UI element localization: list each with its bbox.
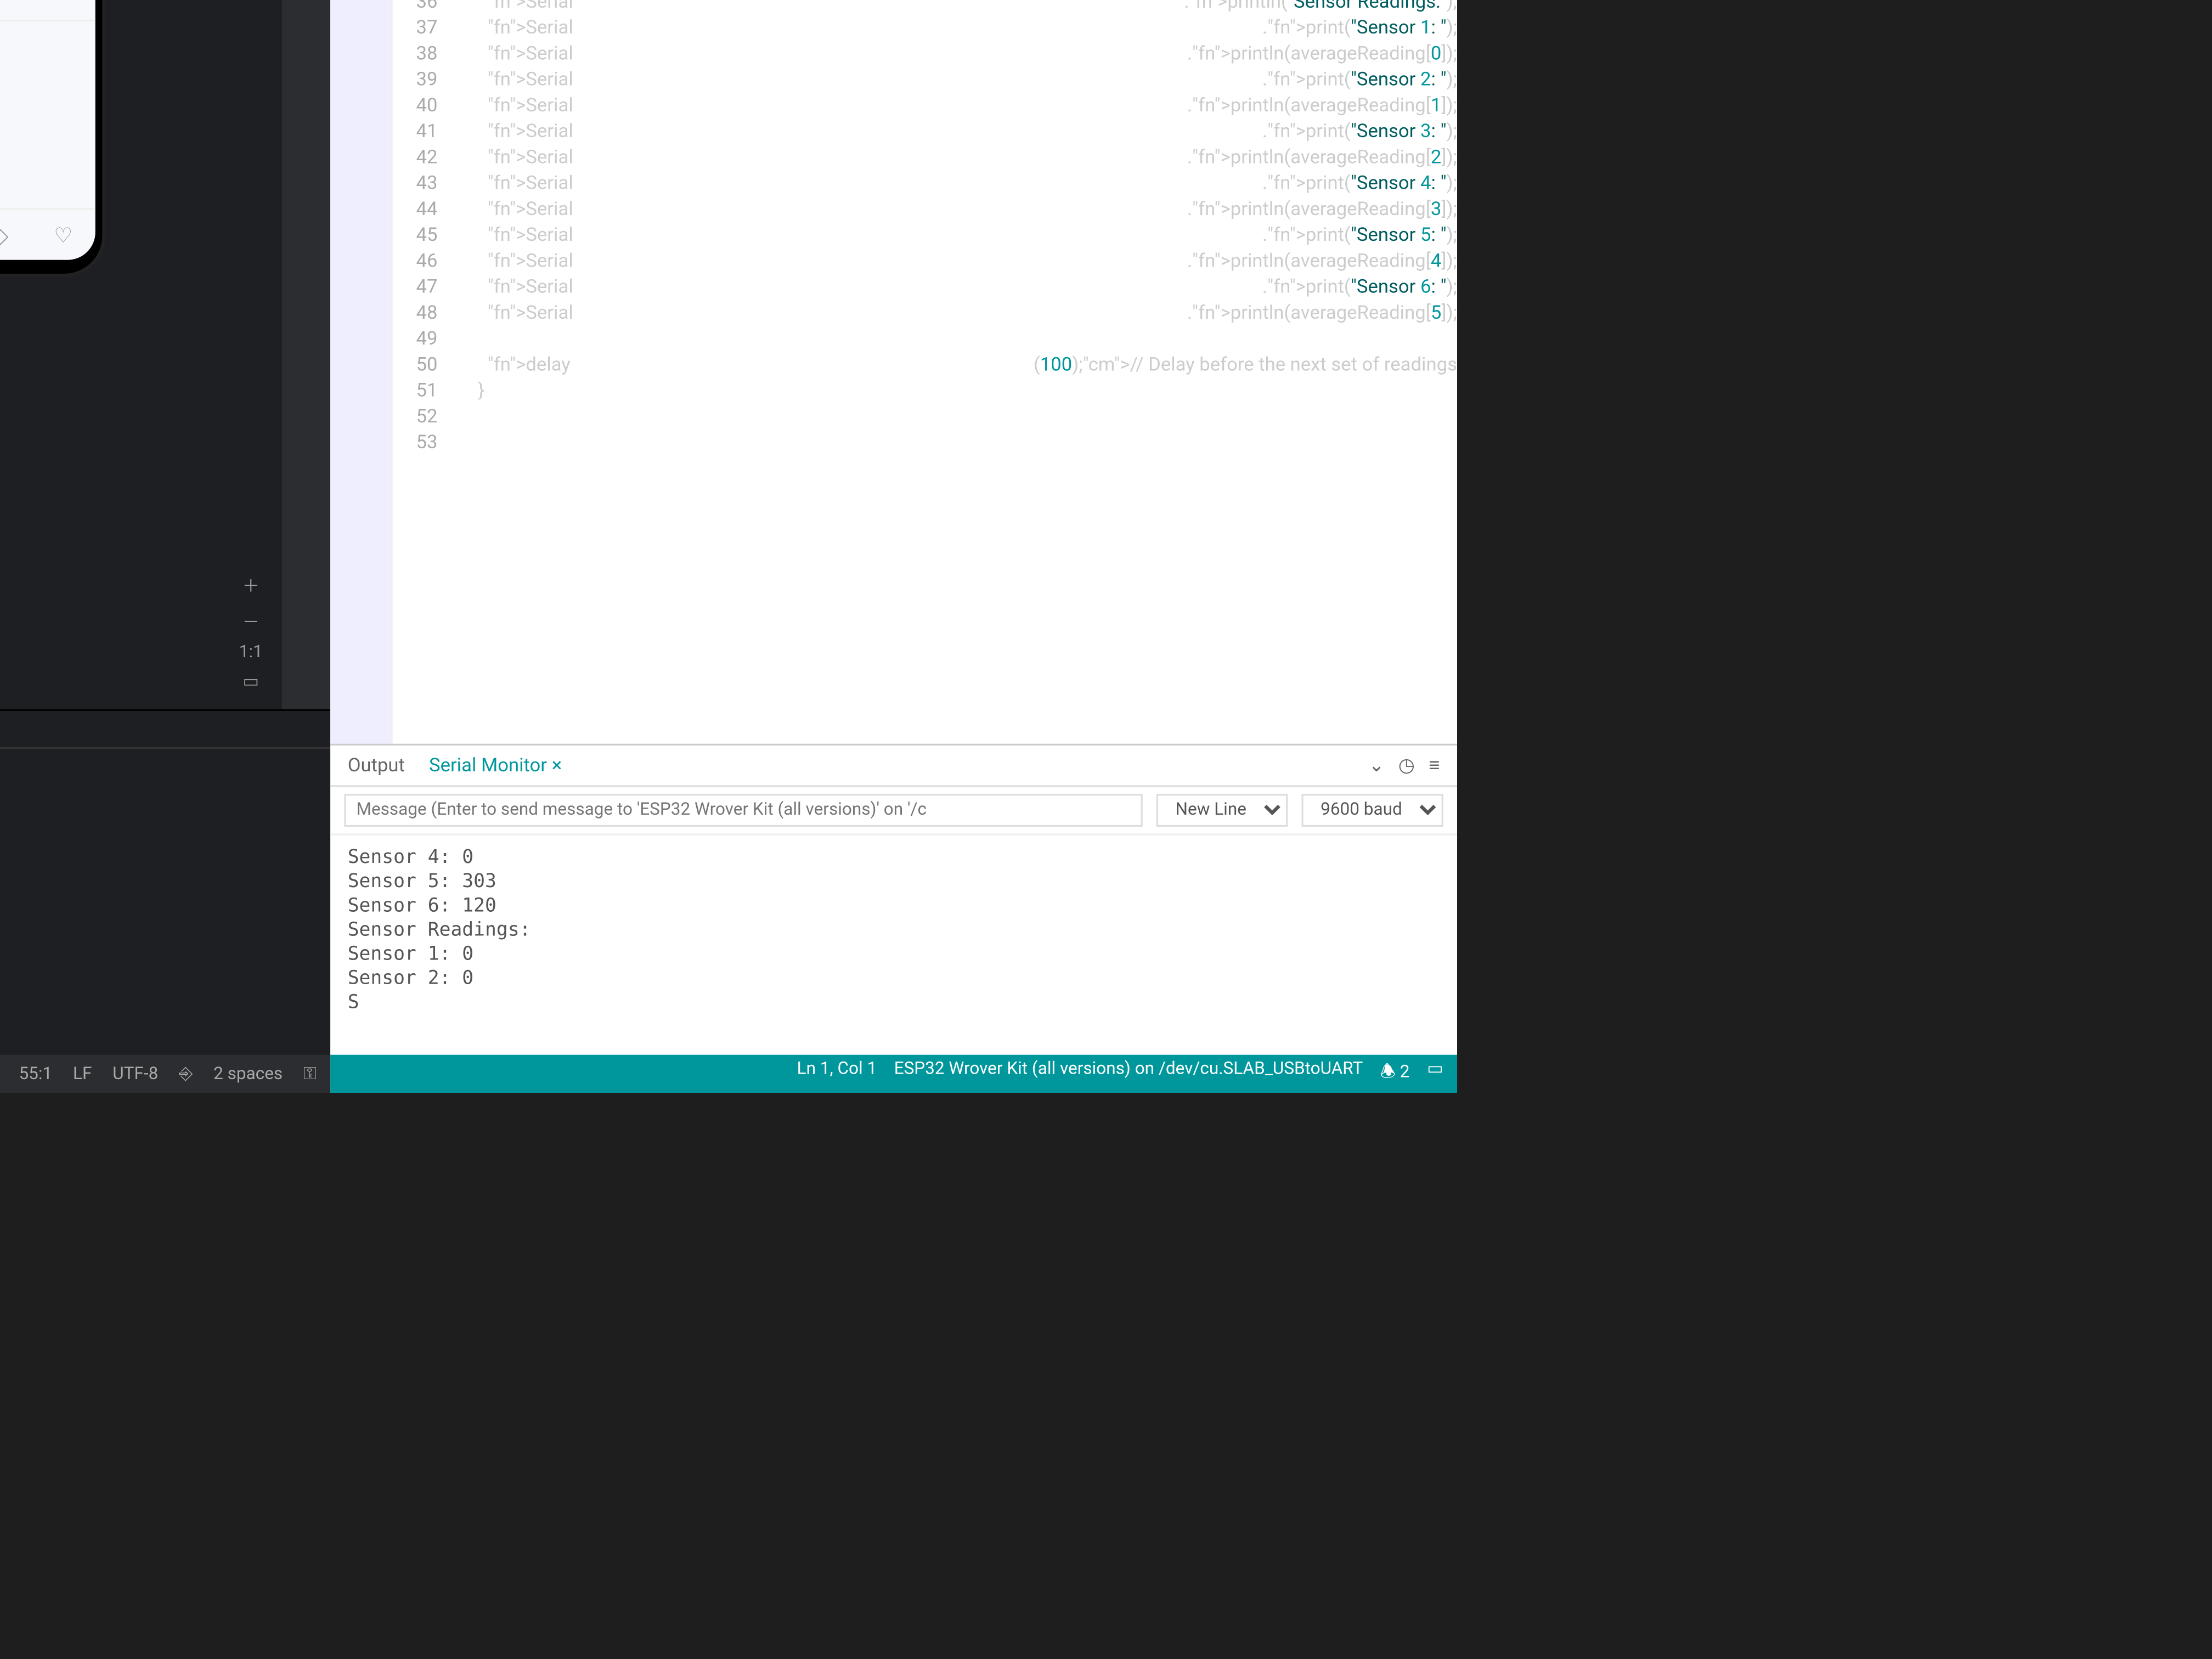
code-line[interactable]: "fn">Serial [469,118,1262,144]
clear-icon[interactable]: ≡ [1429,754,1440,777]
right-tool-gutter [282,0,330,709]
diamond-icon[interactable]: ◇ [0,223,8,247]
terminal-output[interactable]: idget.dart:227:37 • avoid_print info • D… [0,749,330,1055]
zoom-in-button[interactable]: ＋ [242,571,260,597]
code-line[interactable] [469,325,1457,351]
emulator-viewport[interactable]: 11:58▮ ▲ ▮ Currie Smart Shoes Dashboard … [0,0,282,301]
code-editor[interactable]: 19 // Collecting numReadings for each se… [393,0,1457,744]
encoding[interactable]: UTF-8 [112,1064,158,1084]
code-line[interactable]: } [469,377,1457,403]
cursor-position: 55:1 [19,1064,52,1084]
emulator-zoom-controls: ＋ － 1:1 ▭ [230,571,272,692]
code-line[interactable] [469,429,1457,455]
android-studio-window: R running_app2 Version control Pixel_3a_… [0,0,330,1093]
code-line[interactable]: "fn">Serial [469,0,1184,14]
code-line[interactable]: "fn">Serial [469,222,1262,247]
code-line[interactable]: "fn">Serial [469,196,1187,222]
serial-monitor-tab[interactable]: Serial Monitor × [429,754,562,777]
board-status: ESP32 Wrover Kit (all versions) on /dev/… [894,1059,1363,1089]
dashboard-card[interactable]: Pressure Distribution◆Even [0,0,95,21]
zoom-out-button[interactable]: － [242,607,260,633]
cursor-position: Ln 1, Col 1 [797,1059,877,1089]
readonly-icon[interactable]: ⎆ [179,1064,193,1084]
notif-badge[interactable]: 🕭 2 [1380,1059,1410,1089]
arduino-ide-window: ✓ → ▷ ESP32 Wrover Kit (all ...▾ sketch_… [330,0,1457,1093]
baud-select[interactable]: 9600 baud [1302,794,1443,827]
indent[interactable]: 2 spaces [213,1064,283,1084]
code-line[interactable]: "fn">Serial [469,248,1187,274]
line-ending-select[interactable]: New Line [1156,794,1288,827]
output-tab[interactable]: Output [348,754,405,777]
arduino-status-bar: Ln 1, Col 1 ESP32 Wrover Kit (all versio… [330,1055,1457,1093]
close-panel-icon[interactable]: ▭ [1427,1059,1443,1089]
lock-icon[interactable]: ⚿ [303,1064,317,1084]
code-line[interactable]: "fn">Serial [469,92,1187,118]
zoom-ratio[interactable]: 1:1 [239,644,263,663]
heart-icon[interactable]: ♡ [54,223,72,247]
fit-icon[interactable]: ▭ [242,673,259,692]
timestamp-icon[interactable]: ◷ [1398,754,1415,777]
status-bar: □ running_app › □ android › app › ⥮ conn… [0,1055,330,1093]
code-line[interactable]: "fn">Serial [469,170,1262,196]
bottom-nav[interactable]: ⌂ ✦ ◌ ◇ ♡ [0,208,95,260]
close-icon[interactable]: × [552,754,562,777]
code-line[interactable] [469,403,1457,429]
code-line[interactable]: "fn">Serial [469,14,1262,40]
code-line[interactable]: "fn">Serial [469,274,1262,300]
code-line[interactable]: "fn">Serial [469,41,1187,66]
code-line[interactable]: "fn">delay [469,352,1034,377]
scroll-icon[interactable]: ⌄ [1369,754,1385,777]
code-line[interactable]: "fn">Serial [469,144,1187,170]
line-ending[interactable]: LF [73,1064,92,1084]
serial-message-input[interactable] [344,794,1142,827]
code-line[interactable]: "fn">Serial [469,66,1262,92]
serial-output[interactable]: Sensor 4: 0 Sensor 5: 303 Sensor 6: 120 … [330,836,1457,1055]
phone-frame: 11:58▮ ▲ ▮ Currie Smart Shoes Dashboard … [0,0,102,274]
code-line[interactable]: "fn">Serial [469,300,1187,325]
